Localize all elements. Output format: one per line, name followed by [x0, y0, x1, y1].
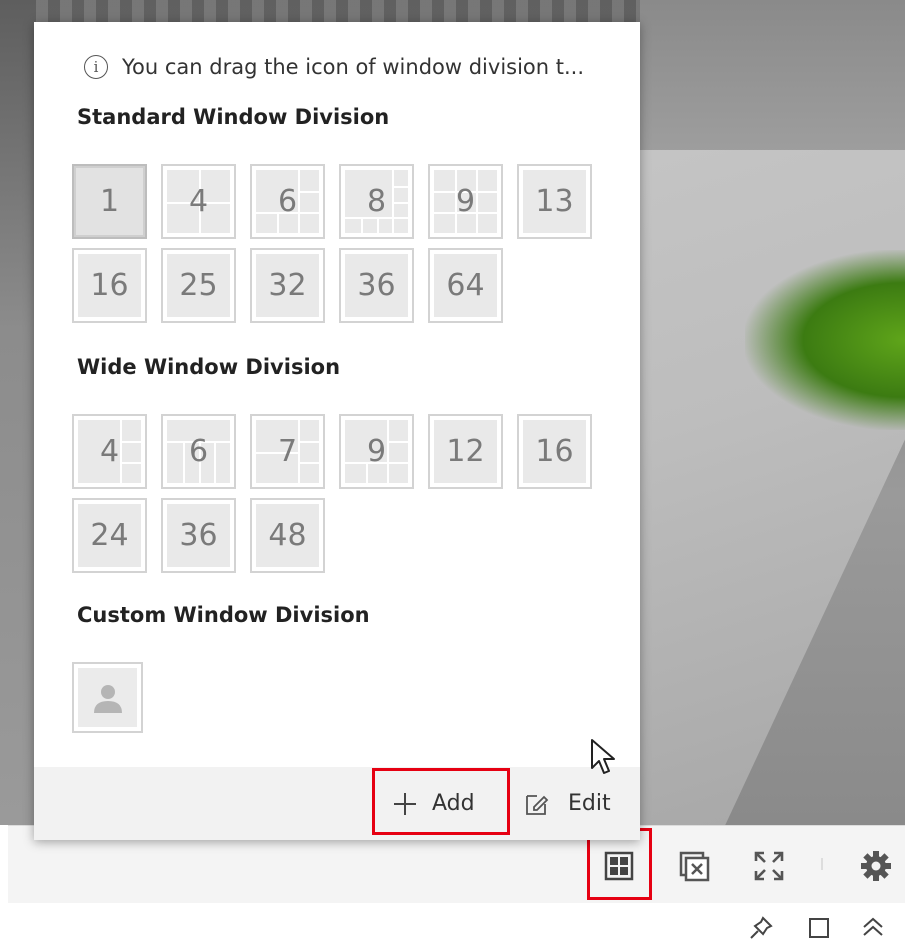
toolbar-separator [821, 858, 823, 870]
hint-row: i You can drag the icon of window divisi… [84, 52, 634, 82]
wide-section-title: Wide Window Division [77, 355, 341, 379]
edit-label: Edit [568, 791, 611, 816]
wide-tile-4[interactable]: 4 [72, 414, 147, 489]
standard-tile-64[interactable]: 64 [428, 248, 503, 323]
standard-tile-1[interactable]: 1 [72, 164, 147, 239]
wide-tile-9[interactable]: 9 [339, 414, 414, 489]
fullscreen-icon[interactable] [753, 850, 785, 882]
standard-tile-4[interactable]: 4 [161, 164, 236, 239]
maximize-icon[interactable] [808, 917, 830, 943]
wide-tile-16[interactable]: 16 [517, 414, 592, 489]
popup-footer: Add Edit [34, 767, 640, 840]
standard-tile-9[interactable]: 9 [428, 164, 503, 239]
standard-tile-16[interactable]: 16 [72, 248, 147, 323]
standard-section-title: Standard Window Division [77, 105, 390, 129]
window-division-popup: i You can drag the icon of window divisi… [34, 22, 640, 840]
edit-icon [526, 794, 549, 815]
collapse-up-icon[interactable] [861, 915, 885, 943]
wide-tile-6[interactable]: 6 [161, 414, 236, 489]
standard-tile-13[interactable]: 13 [517, 164, 592, 239]
standard-tile-25[interactable]: 25 [161, 248, 236, 323]
hint-text: You can drag the icon of window division… [122, 55, 585, 79]
settings-icon[interactable] [860, 850, 892, 882]
info-icon: i [84, 55, 108, 79]
wide-tile-12[interactable]: 12 [428, 414, 503, 489]
wide-tile-24[interactable]: 24 [72, 498, 147, 573]
wide-tile-7[interactable]: 7 [250, 414, 325, 489]
plant-leaf [745, 250, 905, 430]
standard-tile-8[interactable]: 8 [339, 164, 414, 239]
status-bar [8, 905, 905, 947]
wide-tile-48[interactable]: 48 [250, 498, 325, 573]
pin-icon[interactable] [748, 915, 774, 945]
custom-section-title: Custom Window Division [77, 603, 370, 627]
standard-tile-32[interactable]: 32 [250, 248, 325, 323]
standard-tile-36[interactable]: 36 [339, 248, 414, 323]
mouse-cursor-icon [591, 739, 615, 774]
add-button-highlight [372, 768, 510, 835]
standard-tile-6[interactable]: 6 [250, 164, 325, 239]
user-icon [93, 684, 122, 713]
close-all-windows-icon[interactable] [678, 850, 710, 882]
left-wall [0, 0, 36, 825]
wide-tile-36[interactable]: 36 [161, 498, 236, 573]
custom-tile[interactable] [72, 662, 143, 733]
